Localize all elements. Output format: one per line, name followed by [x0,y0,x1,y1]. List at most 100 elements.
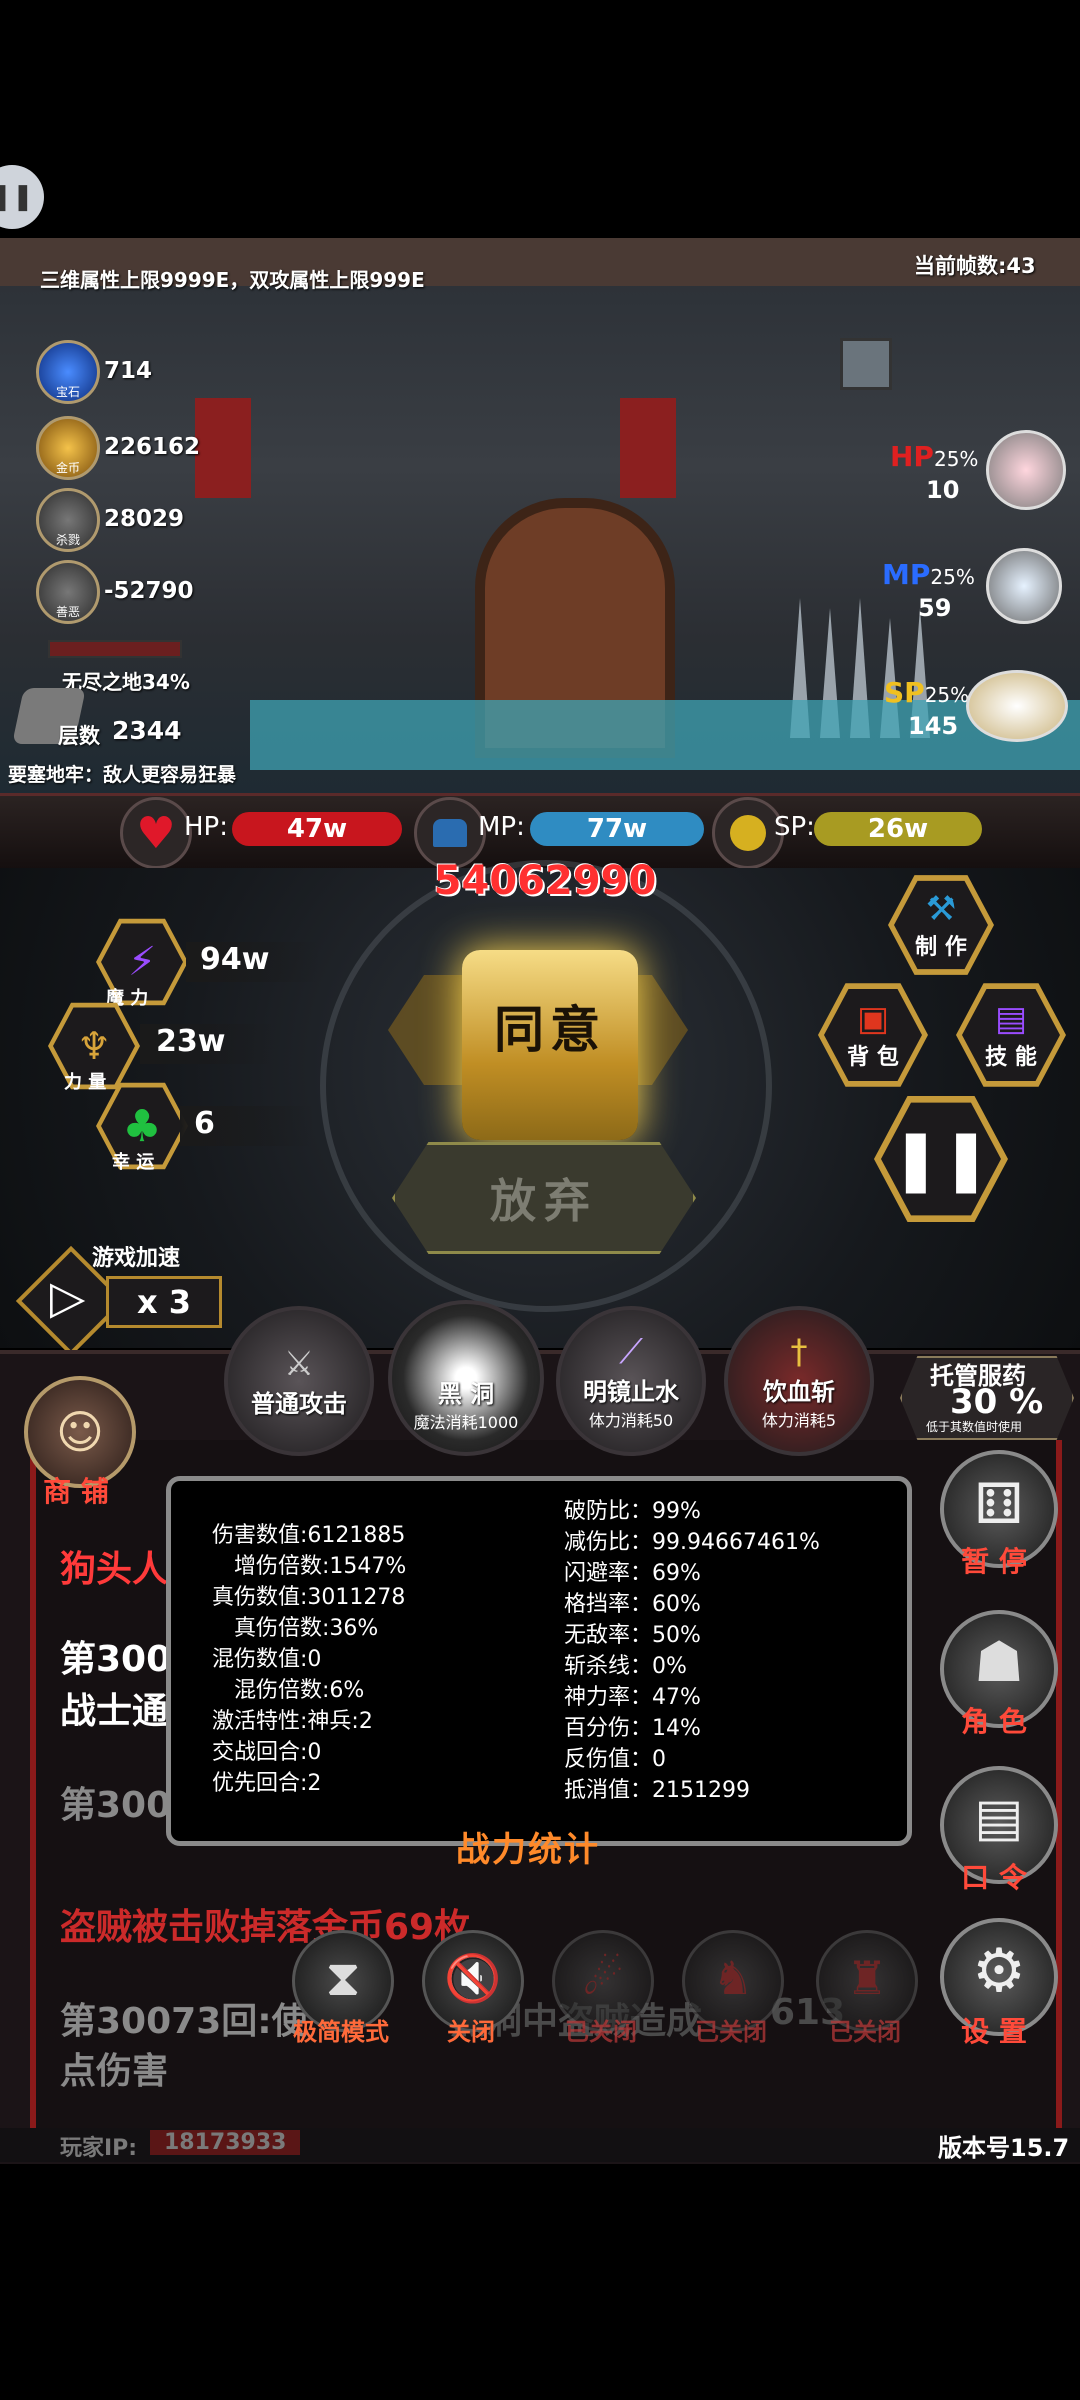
dice-icon: ⚅ [974,1472,1024,1537]
hooded-figure-icon: ☗ [973,1630,1025,1695]
money-bag-icon: ♜ [846,1951,888,2005]
log-line: 狗头人 [60,1549,169,1590]
gem-icon: 宝石 [36,340,100,404]
karma-value: -52790 [104,578,194,604]
scroll-icon: ▤ [974,1788,1024,1848]
sp-bar-value: 26w [867,814,929,844]
play-icon: ▷ [50,1270,86,1324]
skill-still-water[interactable]: ⟋ 明镜止水 体力消耗50 [556,1306,706,1456]
attr-luck-label: 幸 运 [112,1152,155,1173]
stats-left-column: 伤害数值:6121885 增伤倍数:1547% 真伤数值:3011278 真伤倍… [212,1520,406,1799]
dragon-icon: ♞ [712,1951,754,2005]
stat-priority-rounds: 优先回合:2 [212,1771,322,1796]
red-banner [195,398,251,498]
stat-damage-reduction: 减伤比：99.94667461% [564,1530,820,1555]
speed-value: x 3 [106,1276,222,1328]
minimal-mode-label: 极简模式 [293,2018,389,2046]
mp-potion-icon [986,548,1062,624]
log-line: 盗贼被击败掉落金币69枚 [60,1907,471,1948]
stat-damage-multiplier: 增伤倍数:1547% [234,1554,407,1579]
abandon-button[interactable]: 放弃 [392,1142,696,1254]
log-line: 第300 [60,1785,172,1826]
anvil-icon: ⚒ [925,889,957,929]
stat-invincible: 无敌率：50% [564,1623,701,1648]
mp-bar-label: MP: [478,812,525,842]
hp-potion-icon [986,430,1066,510]
floating-pause-bubble[interactable]: ❚❚ [0,165,44,229]
skill-black-hole[interactable]: 黑 洞 魔法消耗1000 [388,1300,544,1456]
log-line: 战士通 [60,1691,169,1732]
shopkeeper-icon: ☺ [56,1405,104,1459]
skills-button[interactable]: ▤ 技 能 [956,980,1066,1090]
backpack-button[interactable]: ▣ 背 包 [818,980,928,1090]
agree-button[interactable]: 同意 [462,950,638,1140]
log-line: 点伤害 [60,2051,169,2092]
hanging-block [840,338,892,390]
resource-karma: 善恶 [36,560,100,624]
pause-icon: ❚❚ [0,182,34,212]
dragon-toggle-label: 已关闭 [695,2018,767,2046]
log-line: 第300 [60,1639,172,1680]
gear-icon: ⚙ [972,1936,1026,2006]
gold-coin-icon: 金币 [36,416,100,480]
layer-label: 层数 [58,724,100,748]
stat-dodge: 闪避率：69% [564,1561,701,1586]
effects-toggle-label: 已关闭 [565,2018,637,2046]
lightning-icon: ⚡ [127,939,157,985]
attr-luck-value: 6 [180,1106,314,1146]
pause-label: 暂 停 [961,1545,1027,1578]
stat-combat-rounds: 交战回合:0 [212,1740,322,1765]
stat-block: 格挡率：60% [564,1592,701,1617]
hourglass-icon: ⧗ [325,1949,361,2007]
shop-label: 商 铺 [43,1475,109,1508]
stat-mixed-damage: 混伤数值:0 [212,1647,322,1672]
layer-value: 2344 [112,716,182,745]
skill-blood-slash[interactable]: † 饮血斩 体力消耗5 [724,1306,874,1456]
gem-value: 714 [104,358,153,384]
resource-gold: 金币 [36,416,100,480]
slash-icon: ⟋ [619,1331,643,1372]
stats-panel-title: 战力统计 [456,1830,600,1870]
stat-execute: 斩杀线：0% [564,1654,687,1679]
mp-potion-count: 59 [918,594,952,622]
stat-trait: 激活特性:神兵:2 [212,1709,373,1734]
stat-mixed-multiplier: 混伤倍数:6% [234,1678,365,1703]
fps-counter: 当前帧数:43 [914,254,1036,278]
password-label: 口 令 [961,1861,1027,1894]
craft-button[interactable]: ⚒ 制 作 [888,872,994,978]
hp-bar-label: HP: [184,812,228,842]
hp-bar-value: 47w [286,814,348,844]
attr-magic-value: 94w [186,942,320,982]
sp-bar-label: SP: [774,812,815,842]
backpack-icon: ▣ [856,999,890,1039]
comet-icon: ☄ [582,1951,624,2005]
stat-reflect: 反伤值：0 [564,1747,666,1772]
resource-kills: 杀戮 [36,488,100,552]
log-line: 第30073回:使 [60,2001,308,2042]
auto-potion-value: 30 % [950,1382,1044,1422]
blade-icon: † [790,1331,808,1372]
auto-potion-note: 低于其数值时使用 [926,1420,1023,1434]
sp-potion-icon [966,670,1068,742]
attr-strength-value: 23w [140,1024,276,1064]
kills-value: 28029 [104,506,185,532]
skill-normal-attack[interactable]: ⚔ 普通攻击 [224,1306,374,1456]
stat-damage: 伤害数值:6121885 [212,1523,406,1548]
character-label: 角 色 [961,1705,1027,1738]
player-ip-label: 玩家IP: [60,2136,138,2161]
trident-icon: ♆ [76,1024,112,1068]
stat-armor-break: 破防比：99% [564,1499,701,1524]
hp-bar: 47w [232,812,402,846]
hp-potion-count: 10 [926,476,960,504]
sp-potion-count: 145 [908,712,959,740]
clover-icon: ♣ [122,1100,162,1152]
mask-icon: 善恶 [36,560,100,624]
pause-game-button[interactable]: ❚❚ [874,1092,1008,1226]
pause-bars-icon: ❚❚ [890,1124,992,1194]
red-banner [620,398,676,498]
speed-button[interactable]: ▷ x 3 [15,1245,222,1357]
speaker-muted-icon: 🔇 [444,1951,502,2005]
sword-icon: ⚔ [283,1343,315,1384]
stat-true-multiplier: 真伤倍数:36% [234,1616,379,1641]
stat-offset: 抵消值：2151299 [564,1778,750,1803]
